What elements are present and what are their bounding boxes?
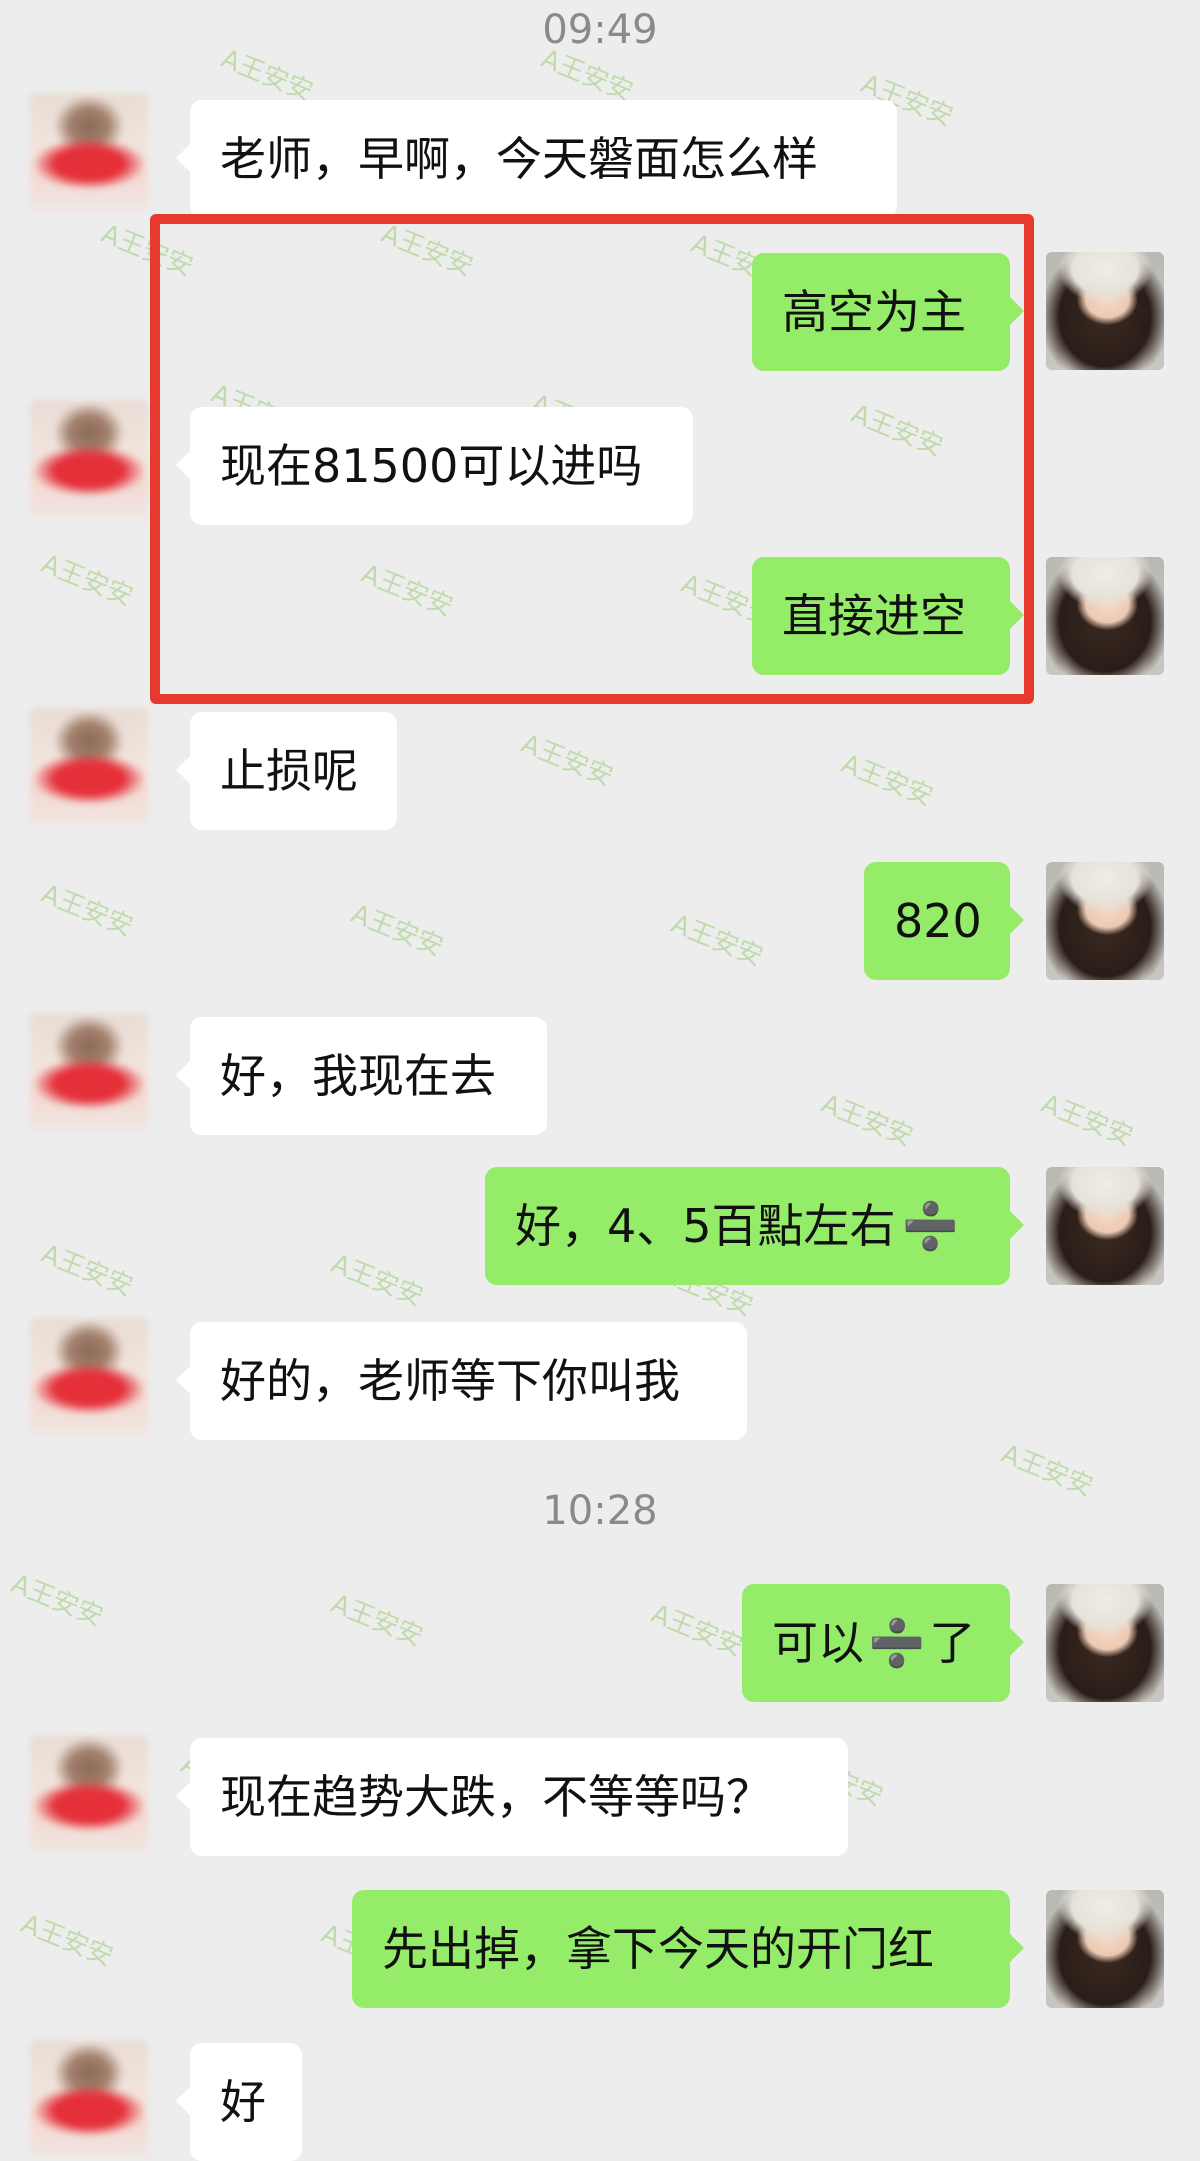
message-bubble-outgoing[interactable]: 先出掉，拿下今天的开门红 [352, 1890, 1024, 2008]
self-avatar[interactable] [1046, 1584, 1164, 1702]
watermark: A王安安 [846, 398, 947, 463]
contact-avatar[interactable] [30, 1735, 148, 1853]
message-bubble-outgoing[interactable]: 820 [864, 862, 1024, 980]
message-bubble-incoming[interactable]: 止损呢 [176, 712, 397, 830]
contact-avatar[interactable] [30, 2040, 148, 2158]
divide-emoji-icon: ➗ [868, 1616, 926, 1670]
message-bubble-outgoing[interactable]: 可以➗了 [742, 1584, 1024, 1702]
watermark: A王安安 [16, 1908, 117, 1973]
watermark: A王安安 [326, 1588, 427, 1653]
message-timestamp: 10:28 [542, 1488, 658, 1534]
message-bubble-incoming[interactable]: 现在趋势大跌，不等等吗？ [176, 1738, 848, 1856]
contact-avatar[interactable] [30, 400, 148, 518]
message-bubble-incoming[interactable]: 现在81500可以进吗 [176, 407, 693, 525]
watermark: A王安安 [326, 1248, 427, 1313]
message-bubble-incoming[interactable]: 好，我现在去 [176, 1017, 547, 1135]
watermark: A王安安 [96, 218, 197, 283]
message-bubble-incoming[interactable]: 好 [176, 2043, 302, 2161]
message-text: 好，4、5百點左右 [515, 1199, 896, 1253]
contact-avatar[interactable] [30, 708, 148, 826]
watermark: A王安安 [356, 558, 457, 623]
watermark: A王安安 [836, 748, 937, 813]
divide-emoji-icon: ➗ [901, 1199, 959, 1253]
watermark: A王安安 [1036, 1088, 1137, 1153]
watermark: A王安安 [666, 908, 767, 973]
self-avatar[interactable] [1046, 1890, 1164, 2008]
message-timestamp: 09:49 [542, 7, 658, 53]
watermark: A王安安 [346, 898, 447, 963]
contact-avatar[interactable] [30, 93, 148, 211]
self-avatar[interactable] [1046, 862, 1164, 980]
watermark: A王安安 [816, 1088, 917, 1153]
message-bubble-outgoing[interactable]: 直接进空 [752, 557, 1024, 675]
watermark: A王安安 [516, 728, 617, 793]
watermark: A王安安 [36, 1238, 137, 1303]
watermark: A王安安 [376, 218, 477, 283]
self-avatar[interactable] [1046, 252, 1164, 370]
message-text-suffix: 了 [929, 1616, 976, 1670]
watermark: A王安安 [36, 878, 137, 943]
watermark: A王安安 [646, 1598, 747, 1663]
message-bubble-outgoing[interactable]: 好，4、5百點左右 ➗ [485, 1167, 1024, 1285]
watermark: A王安安 [6, 1568, 107, 1633]
contact-avatar[interactable] [30, 1013, 148, 1131]
message-bubble-outgoing[interactable]: 高空为主 [752, 253, 1024, 371]
watermark: A王安安 [36, 548, 137, 613]
message-text: 可以 [772, 1616, 864, 1670]
message-bubble-incoming[interactable]: 好的，老师等下你叫我 [176, 1322, 747, 1440]
self-avatar[interactable] [1046, 1167, 1164, 1285]
contact-avatar[interactable] [30, 1318, 148, 1436]
message-bubble-incoming[interactable]: 老师，早啊，今天磐面怎么样 [176, 100, 897, 218]
self-avatar[interactable] [1046, 557, 1164, 675]
